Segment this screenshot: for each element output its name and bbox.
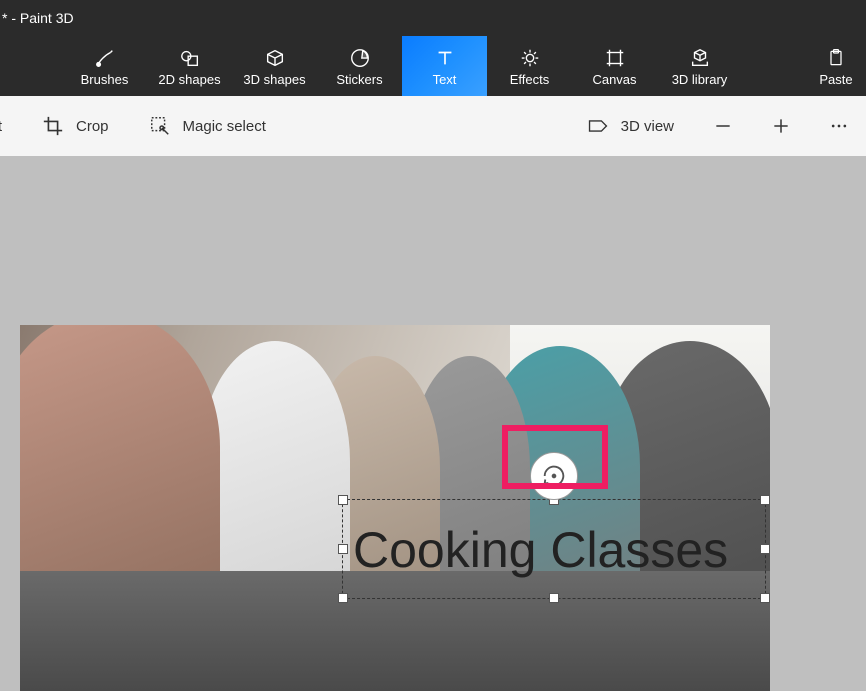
crop-button[interactable]: Crop — [34, 109, 117, 143]
more-icon — [829, 116, 849, 136]
crop-icon — [42, 115, 64, 137]
3d-view-icon — [587, 115, 609, 137]
brush-icon — [94, 47, 116, 69]
resize-handle-middle-left[interactable] — [338, 544, 348, 554]
canvas-label: Canvas — [592, 73, 636, 86]
stickers-icon — [349, 47, 371, 69]
more-button[interactable] — [822, 109, 856, 143]
paste-tool[interactable]: Paste — [806, 36, 866, 96]
magic-select-label: Magic select — [183, 118, 266, 135]
title-bar: * - Paint 3D — [0, 0, 866, 36]
effects-icon — [519, 47, 541, 69]
text-tool[interactable]: Text — [402, 36, 487, 96]
crop-label: Crop — [76, 118, 109, 135]
resize-handle-middle-right[interactable] — [760, 544, 770, 554]
canvas-area[interactable]: Cooking Classes — [0, 156, 866, 691]
effects-label: Effects — [510, 73, 550, 86]
magic-select-icon — [149, 115, 171, 137]
text-label: Text — [433, 73, 457, 86]
select-button[interactable]: ect — [0, 112, 10, 141]
resize-handle-top-right[interactable] — [760, 495, 770, 505]
resize-handle-bottom-left[interactable] — [338, 593, 348, 603]
text-icon — [434, 47, 456, 69]
3d-library-tool[interactable]: 3D library — [657, 36, 742, 96]
3d-view-button[interactable]: 3D view — [579, 109, 682, 143]
canvas-icon — [604, 47, 626, 69]
3d-shapes-tool[interactable]: 3D shapes — [232, 36, 317, 96]
stickers-tool[interactable]: Stickers — [317, 36, 402, 96]
plus-icon — [771, 116, 791, 136]
text-selection-box[interactable]: Cooking Classes — [342, 499, 766, 599]
sub-toolbar: ect Crop Magic select 3D view — [0, 96, 866, 156]
2d-shapes-tool[interactable]: 2D shapes — [147, 36, 232, 96]
rotate-icon — [540, 462, 568, 490]
2d-shapes-label: 2D shapes — [158, 73, 220, 86]
text-content[interactable]: Cooking Classes — [343, 500, 765, 600]
ribbon: Brushes 2D shapes 3D shapes Stickers Tex… — [0, 36, 866, 96]
brushes-tool[interactable]: Brushes — [62, 36, 147, 96]
3d-library-label: 3D library — [672, 73, 728, 86]
3d-shapes-icon — [264, 47, 286, 69]
zoom-out-button[interactable] — [706, 109, 740, 143]
zoom-in-button[interactable] — [764, 109, 798, 143]
paste-icon — [826, 47, 846, 69]
minus-icon — [713, 116, 733, 136]
window-title: * - Paint 3D — [2, 10, 74, 26]
magic-select-button[interactable]: Magic select — [141, 109, 274, 143]
canvas-tool[interactable]: Canvas — [572, 36, 657, 96]
effects-tool[interactable]: Effects — [487, 36, 572, 96]
brushes-label: Brushes — [81, 73, 129, 86]
resize-handle-bottom-right[interactable] — [760, 593, 770, 603]
3d-library-icon — [689, 47, 711, 69]
paste-label: Paste — [819, 73, 852, 86]
3d-view-label: 3D view — [621, 118, 674, 135]
3d-shapes-label: 3D shapes — [243, 73, 305, 86]
rotate-handle[interactable] — [530, 452, 578, 500]
stickers-label: Stickers — [336, 73, 382, 86]
select-label: ect — [0, 118, 2, 135]
resize-handle-bottom-middle[interactable] — [549, 593, 559, 603]
resize-handle-top-left[interactable] — [338, 495, 348, 505]
2d-shapes-icon — [179, 47, 201, 69]
